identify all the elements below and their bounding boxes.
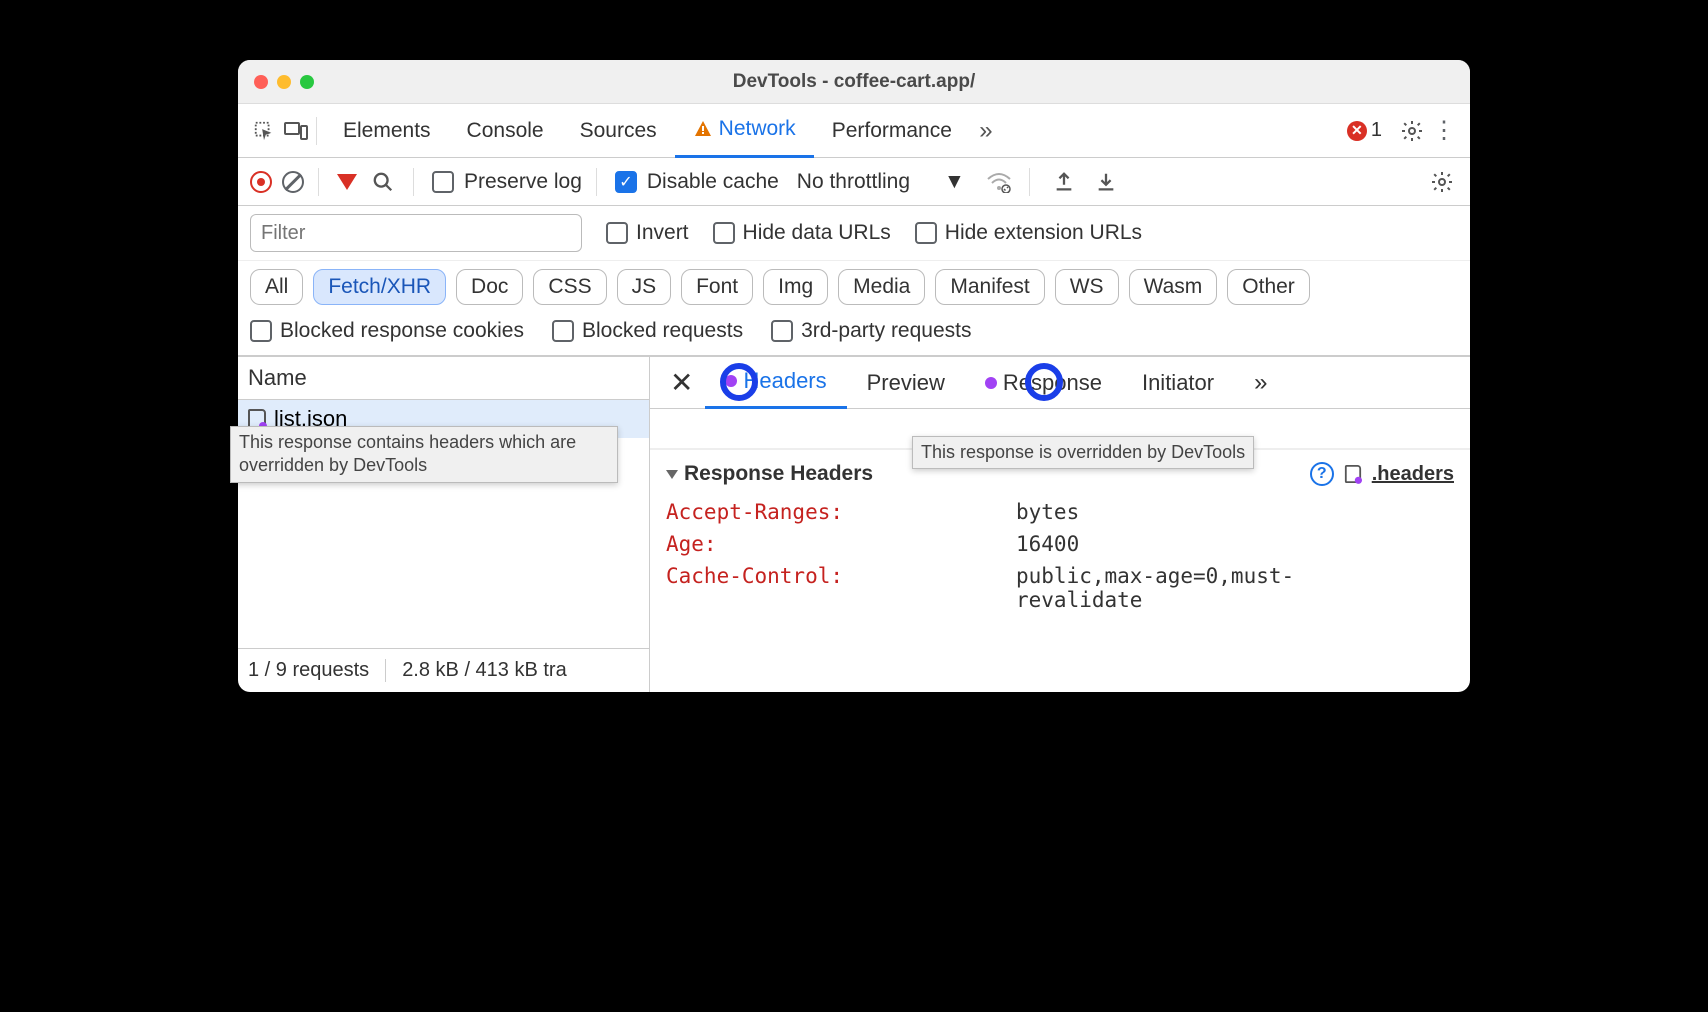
- window-title: DevTools - coffee-cart.app/: [238, 71, 1470, 93]
- more-detail-tabs[interactable]: »: [1234, 357, 1287, 409]
- disable-cache-label: Disable cache: [647, 170, 779, 194]
- response-headers-section: Response Headers ? .headers Accept-Range…: [650, 449, 1470, 632]
- header-rows: Accept-Ranges: bytes Age: 16400 Cache-Co…: [666, 500, 1454, 612]
- type-filter-pills: All Fetch/XHR Doc CSS JS Font Img Media …: [238, 261, 1470, 313]
- request-count: 1 / 9 requests: [248, 659, 386, 682]
- pill-font[interactable]: Font: [681, 269, 753, 305]
- throttling-select[interactable]: No throttling ▼: [789, 170, 973, 194]
- preserve-log-label: Preserve log: [464, 170, 582, 194]
- settings-gear-icon[interactable]: [1396, 115, 1428, 147]
- pill-media[interactable]: Media: [838, 269, 925, 305]
- fullscreen-window-button[interactable]: [300, 75, 314, 89]
- pill-other[interactable]: Other: [1227, 269, 1310, 305]
- disclosure-triangle-icon: [666, 470, 678, 479]
- disable-cache-checkbox[interactable]: ✓: [615, 171, 637, 193]
- tooltip-response-override: This response is overridden by DevTools: [912, 436, 1254, 469]
- tab-sources[interactable]: Sources: [562, 104, 675, 158]
- blocked-cookies-checkbox[interactable]: Blocked response cookies: [250, 319, 524, 343]
- minimize-window-button[interactable]: [277, 75, 291, 89]
- status-bar: 1 / 9 requests 2.8 kB / 413 kB tra: [238, 648, 649, 692]
- blocked-requests-checkbox[interactable]: Blocked requests: [552, 319, 743, 343]
- divider: [316, 117, 317, 145]
- content-area: Name list.json 1 / 9 requests 2.8 kB / 4…: [238, 356, 1470, 692]
- tab-preview[interactable]: Preview: [847, 357, 965, 409]
- header-row: Age: 16400: [666, 532, 1454, 556]
- pill-wasm[interactable]: Wasm: [1129, 269, 1218, 305]
- tab-headers[interactable]: Headers: [705, 357, 846, 409]
- kebab-menu-icon[interactable]: ⋮: [1428, 115, 1460, 147]
- error-icon: ✕: [1347, 121, 1367, 141]
- override-indicator-icon: [725, 375, 737, 387]
- devtools-window: DevTools - coffee-cart.app/ Elements Con…: [238, 60, 1470, 692]
- upload-icon[interactable]: [1048, 166, 1080, 198]
- third-party-checkbox[interactable]: 3rd-party requests: [771, 319, 971, 343]
- request-list: Name list.json 1 / 9 requests 2.8 kB / 4…: [238, 357, 650, 692]
- tab-elements[interactable]: Elements: [325, 104, 449, 158]
- name-column-header[interactable]: Name: [238, 357, 649, 400]
- help-icon[interactable]: ?: [1310, 462, 1334, 486]
- pill-doc[interactable]: Doc: [456, 269, 523, 305]
- filter-toggle-icon[interactable]: [337, 174, 357, 190]
- titlebar: DevTools - coffee-cart.app/: [238, 60, 1470, 104]
- hide-data-urls-checkbox[interactable]: Hide data URLs: [713, 221, 891, 245]
- window-controls: [254, 75, 314, 89]
- panel-tabs: Elements Console Sources Network Perform…: [238, 104, 1470, 158]
- filter-input[interactable]: [250, 214, 582, 252]
- tab-performance[interactable]: Performance: [814, 104, 970, 158]
- detail-tabs: ✕ Headers Preview Response Initiator »: [650, 357, 1470, 409]
- override-indicator-icon: [985, 377, 997, 389]
- clear-button[interactable]: [282, 171, 304, 193]
- more-tabs-icon[interactable]: »: [970, 115, 1002, 147]
- tab-initiator[interactable]: Initiator: [1122, 357, 1234, 409]
- network-conditions-icon[interactable]: [983, 166, 1015, 198]
- pill-img[interactable]: Img: [763, 269, 828, 305]
- divider: [318, 168, 319, 196]
- download-icon[interactable]: [1090, 166, 1122, 198]
- transfer-size: 2.8 kB / 413 kB tra: [402, 659, 583, 682]
- header-row: Cache-Control: public,max-age=0,must-rev…: [666, 564, 1454, 612]
- pill-manifest[interactable]: Manifest: [935, 269, 1044, 305]
- request-detail: ✕ Headers Preview Response Initiator »: [650, 357, 1470, 692]
- invert-checkbox[interactable]: Invert: [606, 221, 689, 245]
- network-settings-gear-icon[interactable]: [1426, 166, 1458, 198]
- pill-js[interactable]: JS: [617, 269, 672, 305]
- pill-fetch-xhr[interactable]: Fetch/XHR: [313, 269, 446, 305]
- error-count[interactable]: ✕ 1: [1347, 119, 1382, 142]
- divider: [596, 168, 597, 196]
- chevron-down-icon: ▼: [944, 170, 965, 194]
- pill-all[interactable]: All: [250, 269, 303, 305]
- search-icon[interactable]: [367, 166, 399, 198]
- hide-extension-urls-checkbox[interactable]: Hide extension URLs: [915, 221, 1142, 245]
- network-toolbar: Preserve log ✓ Disable cache No throttli…: [238, 158, 1470, 206]
- tab-console[interactable]: Console: [449, 104, 562, 158]
- pill-css[interactable]: CSS: [533, 269, 606, 305]
- headers-file-link[interactable]: .headers: [1372, 463, 1454, 486]
- close-detail-button[interactable]: ✕: [658, 366, 705, 399]
- device-toggle-icon[interactable]: [280, 115, 312, 147]
- close-window-button[interactable]: [254, 75, 268, 89]
- inspect-icon[interactable]: [248, 115, 280, 147]
- divider: [413, 168, 414, 196]
- tab-response[interactable]: Response: [965, 357, 1122, 409]
- preserve-log-checkbox[interactable]: [432, 171, 454, 193]
- more-filters: Blocked response cookies Blocked request…: [238, 313, 1470, 356]
- tab-network[interactable]: Network: [675, 104, 814, 158]
- pill-ws[interactable]: WS: [1055, 269, 1119, 305]
- filter-bar: Invert Hide data URLs Hide extension URL…: [238, 206, 1470, 261]
- headers-file-icon: [1345, 465, 1361, 483]
- warning-icon: [693, 119, 713, 139]
- divider: [1029, 168, 1030, 196]
- header-row: Accept-Ranges: bytes: [666, 500, 1454, 524]
- tooltip-headers-override: This response contains headers which are…: [230, 426, 618, 483]
- record-button[interactable]: [250, 171, 272, 193]
